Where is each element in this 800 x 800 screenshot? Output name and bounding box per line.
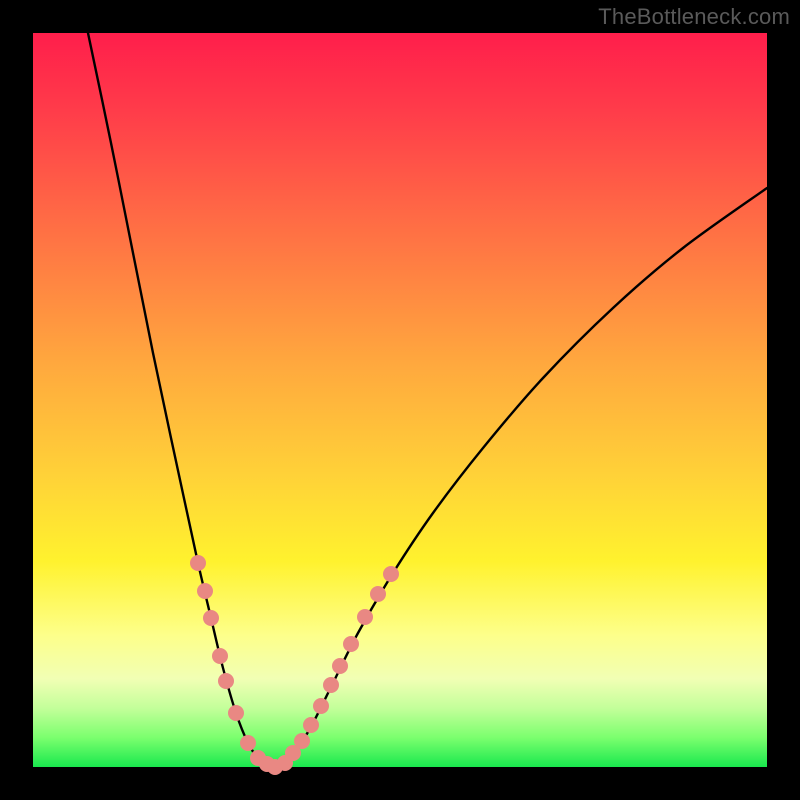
data-dot	[383, 566, 399, 582]
data-dot	[197, 583, 213, 599]
data-dot	[240, 735, 256, 751]
data-dot	[294, 733, 310, 749]
data-dot	[212, 648, 228, 664]
data-dot	[228, 705, 244, 721]
data-dot	[218, 673, 234, 689]
data-dot	[303, 717, 319, 733]
data-dot	[332, 658, 348, 674]
data-dot	[313, 698, 329, 714]
data-dot	[203, 610, 219, 626]
data-dot	[343, 636, 359, 652]
series-left-curve	[88, 33, 275, 767]
data-dot	[357, 609, 373, 625]
series-right-curve	[275, 188, 767, 767]
data-dot	[190, 555, 206, 571]
chart-frame: TheBottleneck.com	[0, 0, 800, 800]
watermark-text: TheBottleneck.com	[598, 4, 790, 30]
data-dot	[370, 586, 386, 602]
plot-area	[33, 33, 767, 767]
data-dot	[323, 677, 339, 693]
curve-layer	[33, 33, 767, 767]
